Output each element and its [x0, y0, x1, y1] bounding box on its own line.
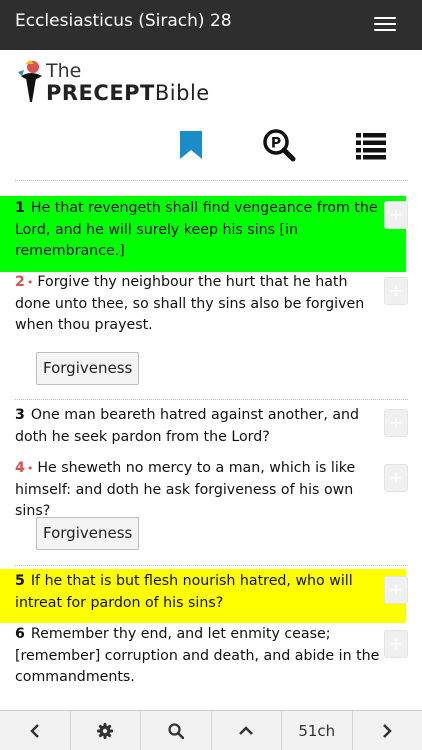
verse-number: 1: [15, 200, 25, 216]
verse-1[interactable]: 1 He that revengeth shall find vengeance …: [15, 198, 383, 263]
list-icon[interactable]: [354, 128, 388, 162]
chevron-right-icon[interactable]: [353, 711, 422, 750]
add-note-button[interactable]: +: [384, 464, 408, 492]
verse-text: If he that is but flesh nourish hatred, …: [15, 573, 353, 611]
gear-icon[interactable]: [71, 711, 141, 750]
verse-4[interactable]: 4 • He sheweth no mercy to a man, which is…: [15, 458, 383, 523]
verse-6[interactable]: 6 Remember thy end, and let enmity cease;…: [15, 624, 383, 689]
verse-2[interactable]: 2 • Forgive thy neighbour the hurt that he…: [15, 272, 383, 337]
divider: [15, 565, 408, 566]
divider: [15, 399, 408, 400]
divider: [15, 180, 408, 181]
verse-dot: •: [26, 462, 34, 475]
verse-number: 3: [15, 407, 25, 423]
bottom-navigation: 51ch: [0, 710, 422, 750]
logo-the: The: [46, 60, 82, 82]
precept-search-icon[interactable]: P: [262, 128, 296, 162]
chevron-left-icon[interactable]: [0, 711, 71, 750]
topic-tag-button[interactable]: Forgiveness: [36, 352, 140, 385]
logo-precept-bible: PRECEPTBible: [46, 81, 210, 105]
logo-precept-word: PRECEPT: [46, 81, 155, 105]
chapters-button[interactable]: 51ch: [282, 711, 353, 750]
verse-text: Remember thy end, and let enmity cease; …: [15, 626, 380, 685]
precept-bible-logo[interactable]: The PRECEPTBible: [16, 56, 226, 108]
hamburger-menu-icon[interactable]: [368, 10, 404, 38]
verse-number: 2: [15, 274, 25, 290]
verse-dot: •: [26, 276, 34, 289]
search-icon[interactable]: [141, 711, 212, 750]
add-note-button[interactable]: +: [384, 201, 408, 229]
logo-bible-word: Bible: [154, 81, 210, 105]
app-header: Ecclesiasticus (Sirach) 28: [0, 0, 422, 50]
page-title: Ecclesiasticus (Sirach) 28: [15, 11, 232, 31]
svg-text:P: P: [271, 136, 281, 152]
verse-3[interactable]: 3 One man beareth hatred against another,…: [15, 405, 383, 448]
add-note-button[interactable]: +: [384, 576, 408, 604]
verse-text: He that revengeth shall find vengeance f…: [15, 200, 378, 259]
add-note-button[interactable]: +: [384, 630, 408, 658]
verse-text: He sheweth no mercy to a man, which is l…: [15, 460, 356, 519]
verse-text: One man beareth hatred against another, …: [15, 407, 360, 445]
logo-mark: [18, 60, 42, 102]
verse-text: Forgive thy neighbour the hurt that he h…: [15, 274, 365, 333]
chevron-up-icon[interactable]: [212, 711, 282, 750]
add-note-button[interactable]: +: [384, 409, 408, 437]
verse-number: 4: [15, 460, 25, 476]
topic-tag-button[interactable]: Forgiveness: [36, 517, 140, 550]
bookmark-icon[interactable]: [174, 128, 208, 162]
add-note-button[interactable]: +: [384, 277, 408, 305]
verse-number: 5: [15, 573, 25, 589]
verse-5[interactable]: 5 If he that is but flesh nourish hatred,…: [15, 571, 383, 614]
verse-number: 6: [15, 626, 25, 642]
